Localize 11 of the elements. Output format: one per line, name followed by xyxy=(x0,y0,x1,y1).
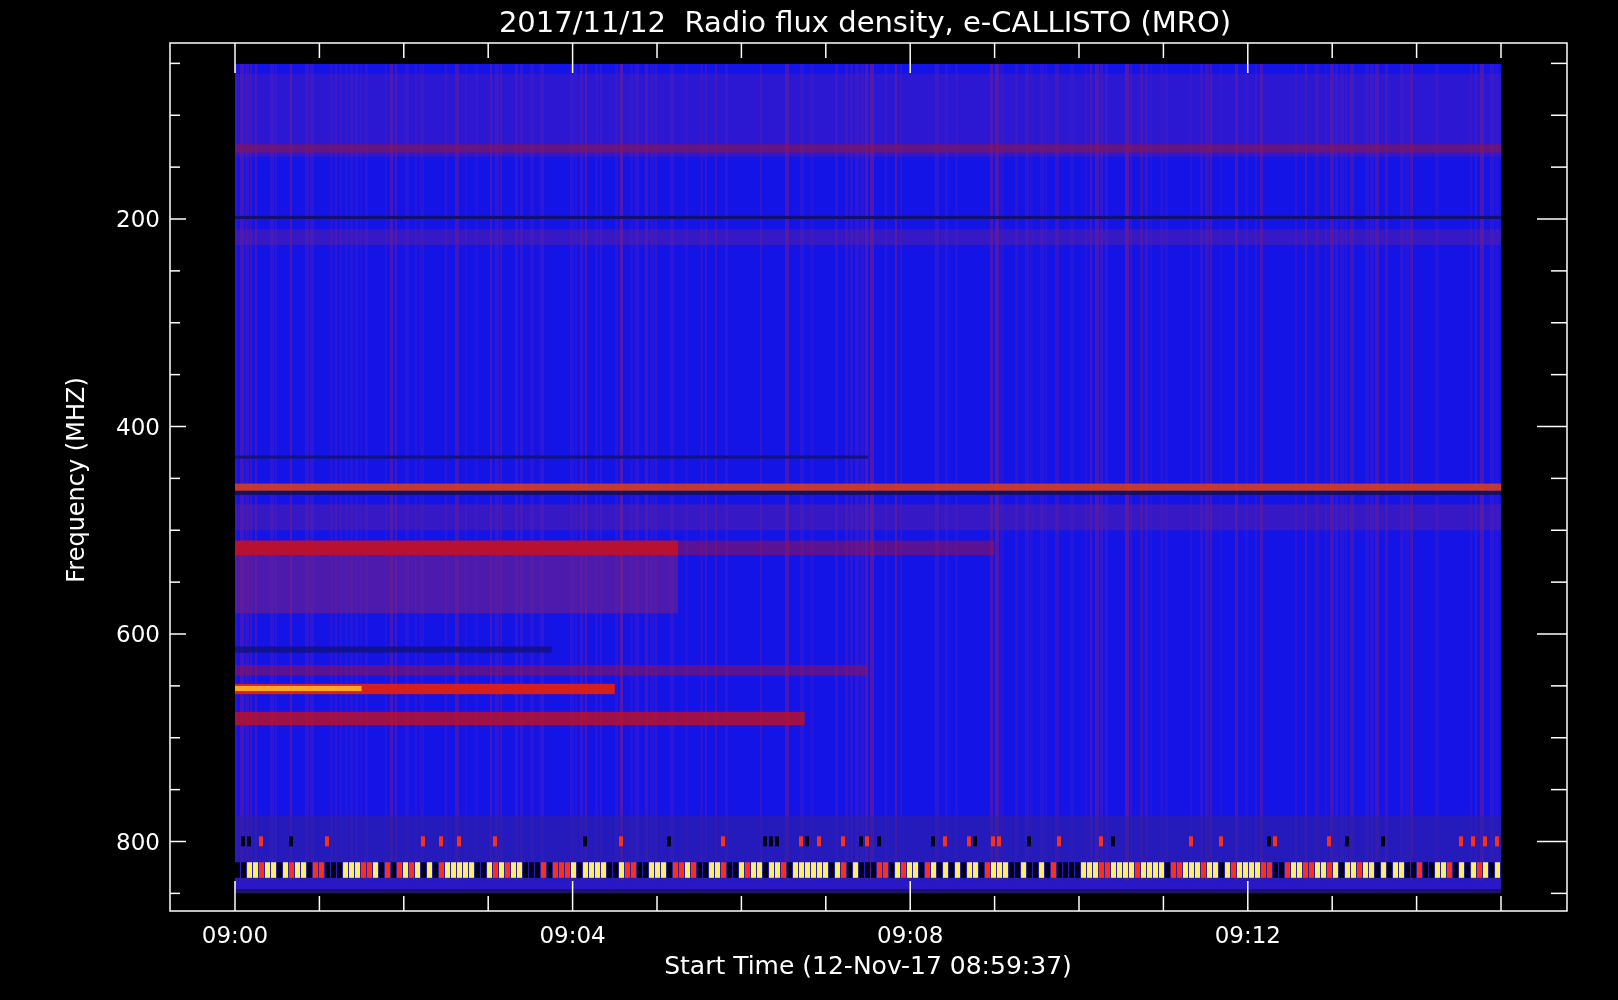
x-tick-label: 09:04 xyxy=(539,922,606,948)
y-axis-title: Frequency (MHZ) xyxy=(62,377,90,583)
x-tick-label: 09:12 xyxy=(1214,922,1281,948)
y-tick-label: 600 xyxy=(116,621,160,647)
x-tick-label: 09:08 xyxy=(877,922,944,948)
y-tick-label: 200 xyxy=(116,206,160,232)
y-tick-label: 800 xyxy=(116,828,160,855)
y-tick-label: 400 xyxy=(116,413,160,440)
x-axis-title: Start Time (12-Nov-17 08:59:37) xyxy=(664,951,1072,980)
x-tick-label: 09:00 xyxy=(201,922,269,948)
chart-title: 2017/11/12 Radio flux density, e-CALLISTO (MRO) xyxy=(498,5,1232,39)
